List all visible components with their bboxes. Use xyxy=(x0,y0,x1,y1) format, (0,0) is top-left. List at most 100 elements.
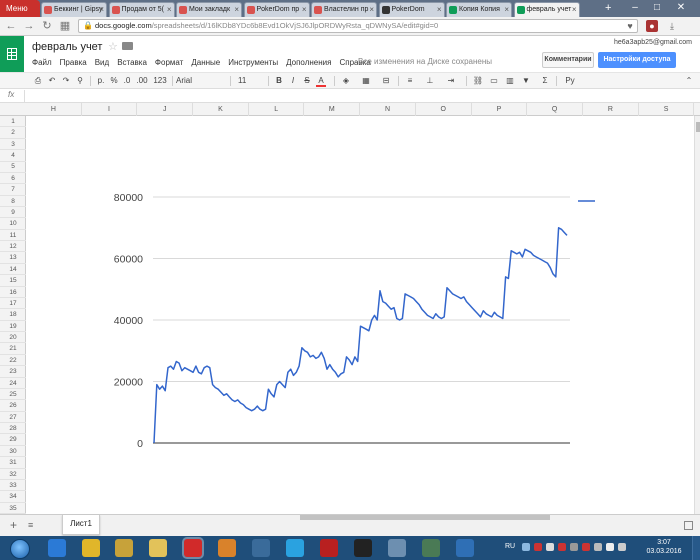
skype-icon[interactable] xyxy=(286,539,304,557)
browser-tab[interactable]: Продам от 5(× xyxy=(108,2,175,17)
column-header[interactable]: K xyxy=(193,103,249,116)
row-header[interactable]: 23 xyxy=(0,366,26,378)
percent-button[interactable]: % xyxy=(109,75,119,87)
browser-tab[interactable]: Копия Копия × xyxy=(446,2,512,17)
row-header[interactable]: 26 xyxy=(0,400,26,412)
undo-icon[interactable]: ↶ xyxy=(46,75,58,87)
tab-close-icon[interactable]: × xyxy=(99,3,104,16)
italic-button[interactable]: I xyxy=(288,75,298,87)
paint-format-icon[interactable]: ⚲ xyxy=(74,75,86,87)
align-vertical-icon[interactable]: ⊥ xyxy=(424,75,436,87)
explore-icon[interactable] xyxy=(684,521,693,530)
doc-title[interactable]: февраль учет xyxy=(32,41,102,53)
increase-decimal-button[interactable]: .00 xyxy=(135,75,149,87)
row-header[interactable]: 32 xyxy=(0,469,26,480)
browser-tab[interactable]: Мои закладк × xyxy=(176,2,242,17)
folder-icon[interactable] xyxy=(122,42,133,50)
row-header[interactable]: 19 xyxy=(0,321,26,333)
horizontal-scrollbar[interactable] xyxy=(300,515,550,520)
column-header[interactable]: O xyxy=(416,103,472,116)
home-grid-icon[interactable]: ▦ xyxy=(58,19,72,33)
currency-button[interactable]: р. xyxy=(95,75,107,87)
insert-comment-icon[interactable]: ▭ xyxy=(488,75,500,87)
star-icon[interactable]: ☆ xyxy=(108,40,118,53)
vertical-scrollbar[interactable] xyxy=(694,116,700,514)
pokerstars-icon[interactable] xyxy=(320,539,338,557)
borders-icon[interactable]: ▦ xyxy=(360,75,372,87)
browser-tab[interactable]: PokerDom пр × xyxy=(243,2,310,17)
column-header[interactable]: H xyxy=(26,103,82,116)
minimize-button[interactable]: – xyxy=(626,0,644,15)
text-wrap-icon[interactable]: ⇥ xyxy=(444,75,458,87)
filter-icon[interactable]: ▼ xyxy=(520,75,532,87)
media-player-icon[interactable] xyxy=(115,539,133,557)
insert-link-icon[interactable]: ⛓ xyxy=(472,75,484,87)
show-desktop-button[interactable] xyxy=(692,536,700,560)
menu-item[interactable]: Вид xyxy=(95,58,109,67)
app-icon[interactable] xyxy=(422,539,440,557)
tab-close-icon[interactable]: × xyxy=(234,3,239,16)
row-header[interactable]: 35 xyxy=(0,503,26,515)
insert-chart-icon[interactable]: ▥ xyxy=(504,75,516,87)
row-header[interactable]: 4 xyxy=(0,150,26,162)
opera-icon[interactable] xyxy=(184,539,202,557)
browser-tab[interactable]: Беккинг | Gipsy × xyxy=(41,2,107,17)
forward-icon[interactable]: → xyxy=(22,19,36,33)
menu-item[interactable]: Вставка xyxy=(117,58,147,67)
row-header[interactable]: 7 xyxy=(0,184,26,196)
row-header[interactable]: 5 xyxy=(0,161,26,173)
row-header[interactable]: 3 xyxy=(0,139,26,151)
row-header[interactable]: 22 xyxy=(0,355,26,367)
vertical-scroll-thumb[interactable] xyxy=(696,122,700,132)
row-header[interactable]: 18 xyxy=(0,309,26,321)
row-header[interactable]: 1 xyxy=(0,116,26,128)
input-tools-button[interactable]: Ру xyxy=(561,75,579,87)
sheet-tab[interactable]: Лист1 xyxy=(62,515,100,535)
row-header[interactable]: 12 xyxy=(0,241,26,253)
column-header[interactable]: R xyxy=(583,103,639,116)
tab-close-icon[interactable]: × xyxy=(302,3,307,16)
collapse-menu-icon[interactable]: ⌃ xyxy=(684,75,694,87)
row-header[interactable]: 30 xyxy=(0,446,26,458)
formula-input[interactable] xyxy=(28,90,688,102)
maximize-button[interactable]: □ xyxy=(648,0,666,15)
browser-menu-button[interactable]: Меню xyxy=(0,0,40,17)
column-header[interactable]: M xyxy=(305,103,361,116)
row-header[interactable]: 31 xyxy=(0,457,26,469)
pokerdom-icon[interactable] xyxy=(354,539,372,557)
row-header[interactable]: 11 xyxy=(0,230,26,242)
functions-button[interactable]: Σ xyxy=(538,75,552,87)
tray-app-icon[interactable] xyxy=(534,543,542,551)
tab-close-icon[interactable]: × xyxy=(572,3,577,16)
tab-close-icon[interactable]: × xyxy=(167,3,172,16)
tray-app-icon[interactable] xyxy=(558,543,566,551)
start-button[interactable] xyxy=(2,537,36,559)
column-header[interactable]: J xyxy=(137,103,194,116)
file-explorer-icon[interactable] xyxy=(149,539,167,557)
redo-icon[interactable]: ↷ xyxy=(60,75,72,87)
align-horizontal-icon[interactable]: ≡ xyxy=(404,75,416,87)
bold-button[interactable]: B xyxy=(274,75,284,87)
row-header[interactable]: 10 xyxy=(0,218,26,230)
column-header[interactable]: L xyxy=(249,103,305,116)
heart-icon[interactable]: ♥ xyxy=(624,20,636,32)
language-indicator[interactable]: RU xyxy=(505,543,515,550)
row-header[interactable]: 17 xyxy=(0,298,26,310)
row-header[interactable]: 2 xyxy=(0,127,26,139)
comments-button[interactable]: Комментарии xyxy=(542,52,594,68)
extension-icon[interactable]: ● xyxy=(646,20,658,32)
row-header[interactable]: 14 xyxy=(0,264,26,276)
chrome-icon[interactable] xyxy=(82,539,100,557)
close-window-button[interactable]: ✕ xyxy=(672,0,690,15)
app-icon[interactable] xyxy=(388,539,406,557)
font-select[interactable]: Arial xyxy=(176,75,226,87)
menu-item[interactable]: Правка xyxy=(60,58,87,67)
menu-item[interactable]: Формат xyxy=(155,58,183,67)
menu-item[interactable]: Данные xyxy=(191,58,220,67)
share-button[interactable]: Настройки доступа xyxy=(598,52,676,68)
row-header[interactable]: 27 xyxy=(0,412,26,424)
tab-close-icon[interactable]: × xyxy=(504,3,509,16)
power-icon[interactable] xyxy=(618,543,626,551)
url-bar[interactable]: 🔒 docs.google.com/spreadsheets/d/16lKDb8Y… xyxy=(78,19,638,33)
column-header[interactable]: S xyxy=(639,103,695,116)
